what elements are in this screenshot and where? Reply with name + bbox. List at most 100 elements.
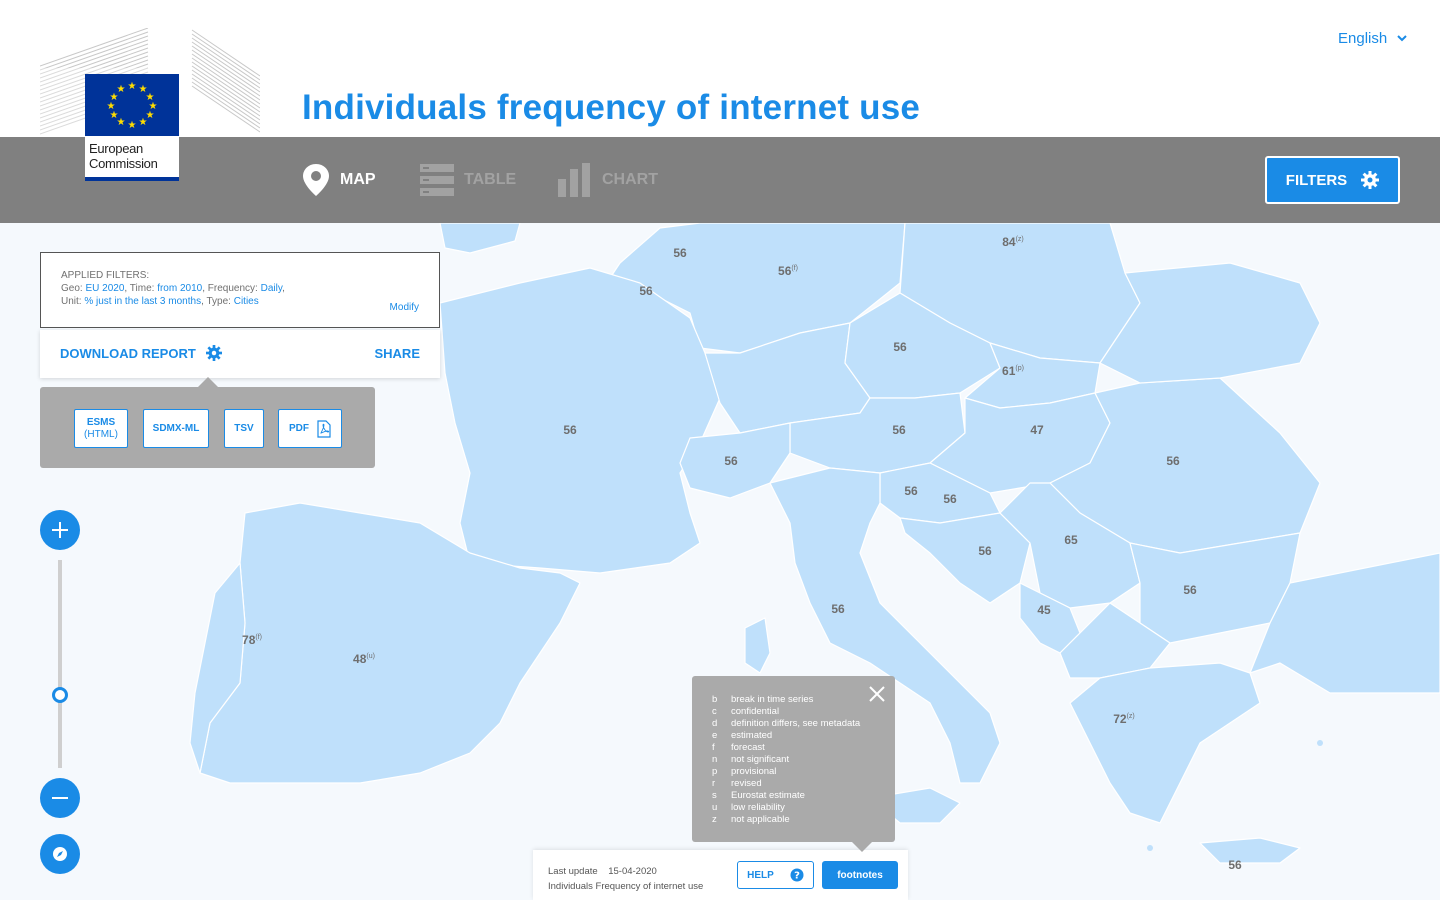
map-value: 56: [904, 484, 918, 498]
tab-chart-label: CHART: [602, 171, 658, 188]
map-value-label[interactable]: 56: [1183, 583, 1196, 597]
map-value: 84: [1002, 235, 1016, 249]
esms-html-button[interactable]: ESMS (HTML): [74, 409, 128, 448]
filters-button-label: FILTERS: [1285, 171, 1348, 189]
map-value-label[interactable]: 65: [1064, 533, 1077, 547]
map-value: 56: [724, 454, 738, 468]
download-report-button[interactable]: DOWNLOAD REPORT: [60, 345, 222, 361]
pdf-label: PDF: [289, 422, 309, 434]
map-value: 56: [978, 544, 992, 558]
tab-map-label: MAP: [340, 171, 376, 188]
modify-filters-link[interactable]: Modify: [390, 301, 419, 314]
footnote-code: u: [712, 802, 718, 813]
svg-text:★: ★: [139, 117, 148, 128]
svg-text:★: ★: [117, 84, 126, 95]
map-value-flag: (f): [255, 634, 262, 641]
footnote-text: low reliability: [731, 802, 785, 813]
footnote-code: s: [712, 790, 717, 801]
unit-label: Unit:: [61, 296, 82, 307]
logo-text: European Commission: [85, 136, 179, 181]
geo-label: Geo:: [61, 283, 83, 294]
frequency-value[interactable]: Daily: [261, 283, 282, 294]
unit-value[interactable]: % just in the last 3 months: [84, 296, 201, 307]
zoom-out-button[interactable]: [40, 778, 80, 818]
map-value-label[interactable]: 48(u): [353, 652, 375, 666]
help-label: HELP: [747, 869, 774, 881]
map-value: 56: [639, 284, 653, 298]
dataset-name: Individuals Frequency of internet use: [548, 881, 704, 892]
map-value: 56: [893, 340, 907, 354]
map-value: 47: [1030, 423, 1044, 437]
time-value[interactable]: from 2010: [157, 283, 202, 294]
plus-icon: [52, 522, 68, 538]
map-region-east: [1099, 262, 1321, 384]
map-pin-icon: [303, 164, 329, 196]
map-value: 45: [1037, 603, 1051, 617]
bottom-info-bar: Last update 15-04-2020 Individuals Frequ…: [533, 850, 908, 900]
map-value-label[interactable]: 56: [563, 423, 576, 437]
map-value-label[interactable]: 56: [673, 246, 686, 260]
footnote-row: f forecast: [712, 742, 895, 754]
map-value: 61: [1002, 364, 1016, 378]
type-value[interactable]: Cities: [234, 296, 259, 307]
gear-icon: [205, 345, 222, 361]
dataset-info: Last update 15-04-2020 Individuals Frequ…: [548, 864, 703, 894]
map-region-uk: [439, 223, 521, 254]
zoom-slider-track[interactable]: [58, 560, 62, 768]
map-region-crete: [1199, 837, 1301, 864]
tab-chart[interactable]: CHART: [558, 163, 658, 197]
map-region-corsica: [744, 617, 771, 674]
map-value-label[interactable]: 56: [904, 484, 917, 498]
map-value: 56: [892, 423, 906, 437]
map-value-label[interactable]: 56: [892, 423, 905, 437]
share-button[interactable]: SHARE: [374, 346, 420, 361]
map-value-label[interactable]: 61(p): [1002, 364, 1024, 378]
page-title: Individuals frequency of internet use: [302, 88, 921, 127]
map-value: 56: [943, 492, 957, 506]
map-value: 56: [1228, 858, 1242, 872]
zoom-slider-handle[interactable]: [52, 687, 68, 703]
footnote-text: not significant: [731, 754, 790, 765]
european-commission-logo[interactable]: ★ ★ ★ ★ ★ ★ ★ ★ ★ ★ ★ ★ European Commission: [40, 28, 260, 183]
help-button[interactable]: HELP ?: [737, 861, 814, 889]
map-value: 65: [1064, 533, 1078, 547]
geo-value[interactable]: EU 2020: [85, 283, 124, 294]
map-value-label[interactable]: 56: [831, 602, 844, 616]
map-value-label[interactable]: 56: [724, 454, 737, 468]
map-value-label[interactable]: 56: [639, 284, 652, 298]
reset-view-button[interactable]: [40, 834, 80, 874]
tsv-button[interactable]: TSV: [224, 409, 264, 448]
pdf-button[interactable]: PDF: [278, 409, 342, 448]
map-value-flag: (p): [1015, 365, 1024, 372]
tab-map[interactable]: MAP: [302, 163, 376, 197]
map-value-label[interactable]: 56: [1166, 454, 1179, 468]
zoom-in-button[interactable]: [40, 510, 80, 550]
map-value-label[interactable]: 56: [978, 544, 991, 558]
map-value-label[interactable]: 56: [893, 340, 906, 354]
map-region-france: [439, 267, 721, 574]
map-value-label[interactable]: 56: [943, 492, 956, 506]
footnotes-button[interactable]: footnotes: [822, 861, 898, 889]
map-value-label[interactable]: 45: [1037, 603, 1050, 617]
filters-button[interactable]: FILTERS: [1265, 156, 1400, 204]
close-icon[interactable]: [868, 685, 886, 703]
map-value: 78: [242, 633, 256, 647]
map-value-label[interactable]: 72(z): [1113, 712, 1135, 726]
logo-text-line1: European: [89, 141, 143, 156]
map-value-label[interactable]: 78(f): [242, 633, 262, 647]
gear-icon: [1361, 171, 1380, 189]
map-value-label[interactable]: 56(f): [778, 264, 798, 278]
sdmx-ml-label: SDMX-ML: [152, 422, 200, 434]
language-selector[interactable]: English: [1338, 30, 1407, 47]
map-region-greece: [1069, 662, 1261, 824]
footnote-code: e: [712, 730, 718, 741]
map-value-label[interactable]: 56: [1228, 858, 1241, 872]
tab-table[interactable]: TABLE: [420, 163, 516, 197]
frequency-label: Frequency:: [207, 283, 258, 294]
map-value-label[interactable]: 47: [1030, 423, 1043, 437]
footnotes-label: footnotes: [837, 869, 883, 881]
sdmx-ml-button[interactable]: SDMX-ML: [143, 409, 209, 448]
map-value-label[interactable]: 84(z): [1002, 235, 1024, 249]
footnote-code: b: [712, 694, 718, 705]
language-label: English: [1338, 30, 1388, 47]
